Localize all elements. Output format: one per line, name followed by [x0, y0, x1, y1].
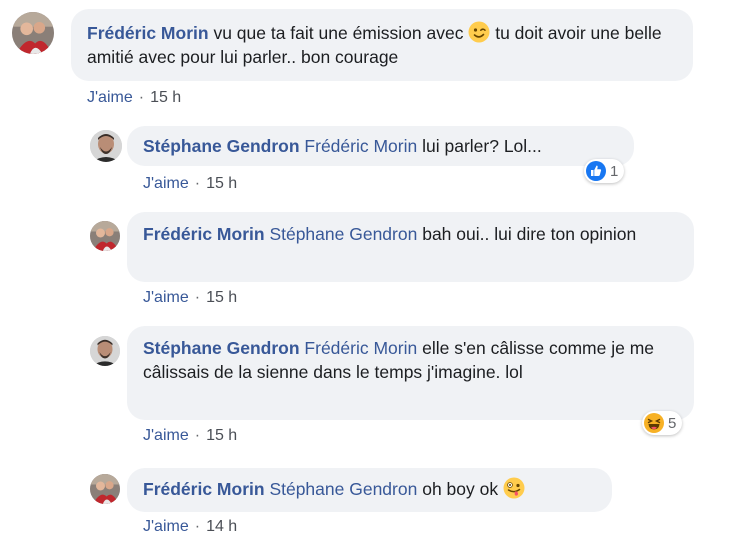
comment-mention[interactable]: Frédéric Morin: [304, 136, 417, 156]
comment-meta: J'aime · 15 h: [87, 89, 181, 107]
comment-text: oh boy ok: [422, 479, 499, 499]
avatar-photo-icon: [90, 336, 120, 366]
comment-bubble: Stéphane Gendron Frédéric Morin elle s'e…: [127, 326, 694, 420]
comment-mention[interactable]: Stéphane Gendron: [269, 224, 417, 244]
reaction-summary[interactable]: 5: [642, 411, 683, 435]
like-reaction-icon: [586, 161, 606, 181]
comment-text: bah oui.. lui dire ton opinion: [422, 224, 637, 244]
separator-dot: ·: [194, 289, 201, 306]
avatar-photo-icon: [90, 221, 120, 251]
comment-bubble: Frédéric Morin Stéphane Gendron oh boy o…: [127, 468, 612, 512]
reaction-count: 1: [610, 162, 619, 180]
comment-author[interactable]: Stéphane Gendron: [143, 136, 300, 156]
comment-meta: J'aime · 14 h: [143, 518, 237, 536]
winking-face-emoji: [468, 21, 490, 43]
comment-timestamp[interactable]: 15 h: [206, 175, 237, 192]
avatar-frederic-morin[interactable]: [90, 474, 120, 504]
comment-bubble: Stéphane Gendron Frédéric Morin lui parl…: [127, 126, 634, 166]
like-button[interactable]: J'aime: [143, 518, 189, 535]
comment-meta: J'aime · 15 h: [143, 175, 237, 193]
avatar-photo-icon: [12, 12, 54, 54]
comment-bubble: Frédéric Morin vu que ta fait une émissi…: [71, 9, 693, 81]
avatar-photo-icon: [90, 130, 122, 162]
comment-timestamp[interactable]: 14 h: [206, 518, 237, 535]
comment-timestamp[interactable]: 15 h: [150, 89, 181, 106]
separator-dot: ·: [138, 89, 145, 106]
separator-dot: ·: [194, 518, 201, 535]
separator-dot: ·: [194, 175, 201, 192]
avatar-frederic-morin[interactable]: [90, 221, 120, 251]
avatar-photo-icon: [90, 474, 120, 504]
reaction-summary[interactable]: 1: [584, 159, 625, 183]
comment-timestamp[interactable]: 15 h: [206, 427, 237, 444]
zany-face-emoji: [503, 477, 525, 499]
comment-meta: J'aime · 15 h: [143, 427, 237, 445]
comment-mention[interactable]: Frédéric Morin: [304, 338, 417, 358]
comment-author[interactable]: Frédéric Morin: [143, 479, 265, 499]
reaction-count: 5: [668, 414, 677, 432]
like-button[interactable]: J'aime: [143, 175, 189, 192]
avatar-stephane-gendron[interactable]: [90, 130, 122, 162]
comment-mention[interactable]: Stéphane Gendron: [269, 479, 417, 499]
comment-text: lui parler? Lol...: [422, 136, 542, 156]
comment-author[interactable]: Stéphane Gendron: [143, 338, 300, 358]
comment-author[interactable]: Frédéric Morin: [143, 224, 265, 244]
comment-text: vu que ta fait une émission avec: [213, 23, 464, 43]
separator-dot: ·: [194, 427, 201, 444]
avatar-frederic-morin[interactable]: [12, 12, 54, 54]
comment-meta: J'aime · 15 h: [143, 289, 237, 307]
comment-timestamp[interactable]: 15 h: [206, 289, 237, 306]
like-button[interactable]: J'aime: [143, 289, 189, 306]
comment-bubble: Frédéric Morin Stéphane Gendron bah oui.…: [127, 212, 694, 282]
comment-author[interactable]: Frédéric Morin: [87, 23, 209, 43]
haha-reaction-icon: [644, 413, 664, 433]
like-button[interactable]: J'aime: [87, 89, 133, 106]
avatar-stephane-gendron[interactable]: [90, 336, 120, 366]
like-button[interactable]: J'aime: [143, 427, 189, 444]
